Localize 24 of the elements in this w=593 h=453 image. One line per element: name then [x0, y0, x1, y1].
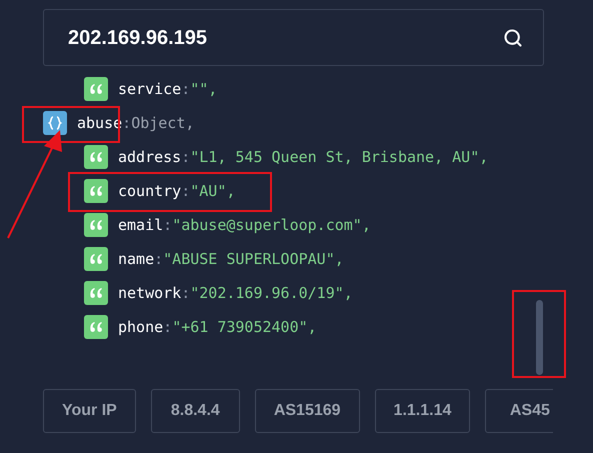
- quick-query-button[interactable]: 8.8.4.4: [150, 389, 240, 433]
- property-line: country:"AU",: [118, 180, 236, 202]
- property-line: service:"",: [118, 78, 218, 100]
- quote-icon: [84, 77, 108, 101]
- property-line: phone:"+61 739052400",: [118, 316, 317, 338]
- property-line: address:"L1, 545 Queen St, Brisbane, AU",: [118, 146, 488, 168]
- search-icon[interactable]: [503, 28, 523, 48]
- quote-icon: [84, 247, 108, 271]
- quote-icon: [84, 145, 108, 169]
- quote-icon: [84, 315, 108, 339]
- quote-icon: [84, 281, 108, 305]
- quote-icon: [84, 179, 108, 203]
- scrollbar-thumb[interactable]: [536, 300, 543, 375]
- quote-icon: [84, 213, 108, 237]
- property-line: network:"202.169.96.0/19",: [118, 282, 353, 304]
- quick-query-button[interactable]: 1.1.1.14: [374, 389, 470, 433]
- ip-address-text: 202.169.96.195: [68, 26, 208, 50]
- search-field[interactable]: 202.169.96.195: [43, 9, 544, 66]
- quick-query-button[interactable]: AS45: [485, 389, 553, 433]
- property-line: email:"abuse@superloop.com",: [118, 214, 371, 236]
- quick-query-button[interactable]: Your IP: [43, 389, 136, 433]
- property-line: name:"ABUSE SUPERLOOPAU",: [118, 248, 344, 270]
- quick-query-button[interactable]: AS15169: [254, 389, 360, 433]
- braces-icon: [43, 111, 67, 135]
